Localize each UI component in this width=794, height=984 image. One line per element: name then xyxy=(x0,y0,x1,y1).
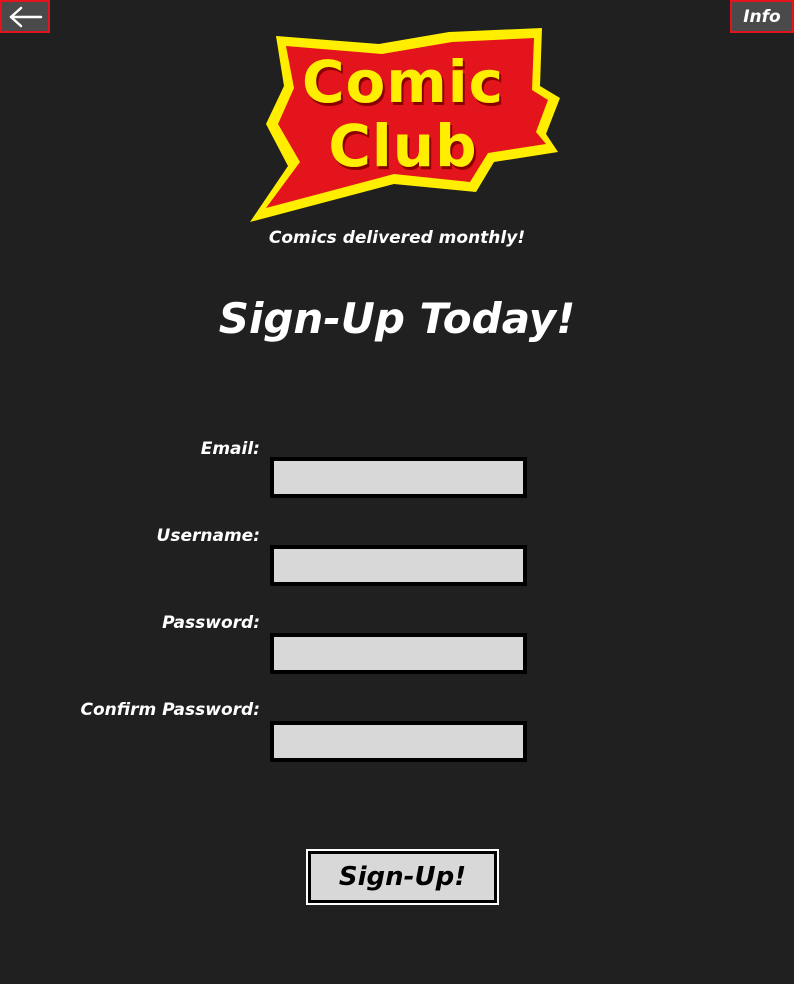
logo-text-line-1: Comic xyxy=(301,48,505,116)
confirm-password-field[interactable] xyxy=(270,721,527,762)
tagline: Comics delivered monthly! xyxy=(268,228,526,248)
email-field[interactable] xyxy=(270,457,527,498)
page-title: Sign-Up Today! xyxy=(218,294,576,343)
username-label: Username: xyxy=(156,526,260,546)
email-label: Email: xyxy=(200,439,260,459)
confirm-password-label: Confirm Password: xyxy=(80,700,260,720)
logo-text: Comic Club xyxy=(244,50,562,178)
arrow-left-icon xyxy=(7,6,43,28)
comic-club-logo: Comic Club xyxy=(244,26,562,226)
info-button[interactable]: Info xyxy=(730,0,794,33)
username-field[interactable] xyxy=(270,545,527,586)
signup-button[interactable]: Sign-Up! xyxy=(306,849,499,905)
logo-text-line-2: Club xyxy=(328,112,478,180)
password-field[interactable] xyxy=(270,633,527,674)
password-label: Password: xyxy=(162,613,260,633)
back-button[interactable] xyxy=(0,0,50,33)
